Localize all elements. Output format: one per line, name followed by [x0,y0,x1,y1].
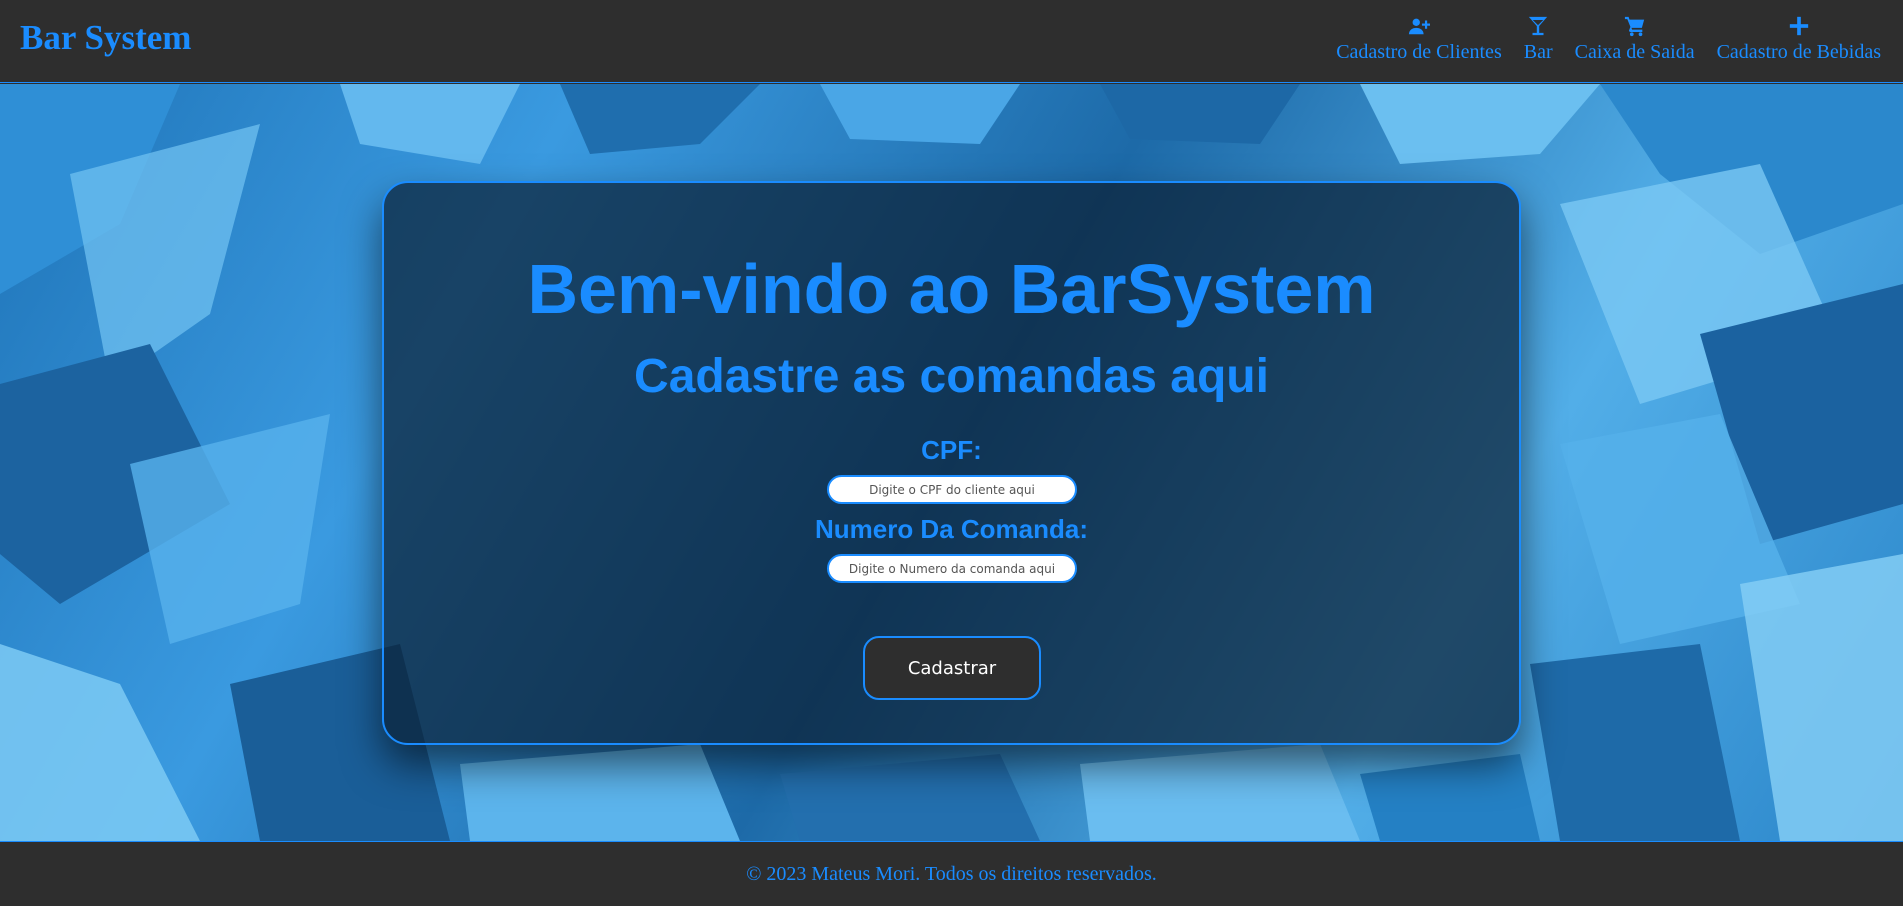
shopping-cart-icon [1624,16,1644,37]
nav-item-label: Cadastro de Bebidas [1716,41,1881,63]
nav-item-label: Bar [1523,41,1553,63]
footer-copyright: © 2023 Mateus Mori. Todos os direitos re… [746,862,1157,885]
nav-item-label: Cadastro de Clientes [1336,41,1502,63]
hero-section: Bem-vindo ao BarSystem Cadastre as coman… [0,84,1903,841]
nav-item-bar[interactable]: Bar [1524,0,1553,83]
nav-item-label: Caixa de Saida [1574,41,1695,63]
cpf-label: CPF: [921,435,982,465]
navbar: Bar System Cadastro de Clientes Bar Caix… [0,0,1903,83]
footer: © 2023 Mateus Mori. Todos os direitos re… [0,841,1903,906]
cadastrar-button[interactable]: Cadastrar [863,636,1041,700]
nav-item-cadastro-clientes[interactable]: Cadastro de Clientes [1336,0,1502,83]
plus-icon [1789,16,1808,36]
comanda-number-input[interactable] [827,554,1077,583]
nav-item-caixa-saida[interactable]: Caixa de Saida [1575,0,1695,83]
cocktail-glass-icon [1529,16,1548,36]
comanda-label: Numero Da Comanda: [814,514,1089,544]
form-card: Bem-vindo ao BarSystem Cadastre as coman… [382,181,1521,745]
user-plus-icon [1408,18,1430,35]
welcome-title: Bem-vindo ao BarSystem [527,250,1376,328]
brand-logo[interactable]: Bar System [20,18,191,58]
page-subtitle: Cadastre as comandas aqui [634,350,1269,403]
nav-links: Cadastro de Clientes Bar Caixa de Saida … [1336,0,1881,83]
cpf-input[interactable] [827,475,1077,504]
nav-item-cadastro-bebidas[interactable]: Cadastro de Bebidas [1717,0,1881,83]
